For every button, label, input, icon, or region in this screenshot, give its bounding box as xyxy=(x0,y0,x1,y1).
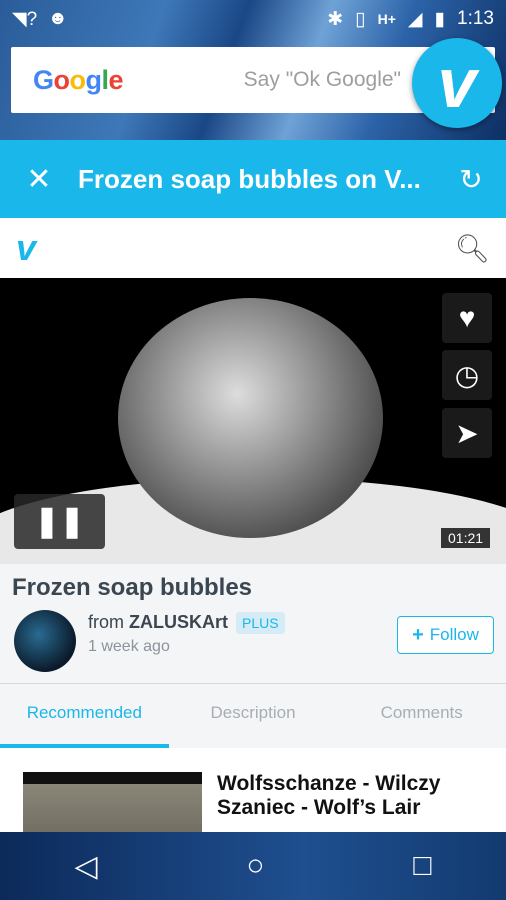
author-line: from ZALUSKArt xyxy=(88,612,228,633)
video-player[interactable]: ♥ ◷ ➤ ❚❚ 01:21 xyxy=(0,278,506,564)
video-title: Frozen soap bubbles xyxy=(12,574,253,601)
tab-bar: Recommended Description Comments xyxy=(0,684,506,748)
posted-time: 1 week ago xyxy=(88,638,170,655)
plus-icon: + xyxy=(412,623,424,646)
follow-label: Follow xyxy=(429,625,479,644)
navigation-bar: ◁ ○ □ xyxy=(0,832,506,900)
follow-button[interactable]: + Follow xyxy=(397,616,494,654)
clock: 1:13 xyxy=(457,8,494,29)
voice-search-hint[interactable]: Say "Ok Google" xyxy=(244,68,401,92)
video-thumbnail[interactable] xyxy=(23,772,202,832)
avatar[interactable] xyxy=(14,610,76,672)
refresh-icon[interactable]: ↻ xyxy=(436,163,506,196)
signal-icon: ◢ xyxy=(407,8,423,30)
network-type: H+ xyxy=(377,11,396,27)
close-icon[interactable]: ✕ xyxy=(0,162,78,197)
tab-recommended[interactable]: Recommended xyxy=(0,684,169,748)
watch-later-button[interactable]: ◷ xyxy=(442,350,492,400)
wifi-icon: ◥? xyxy=(12,8,38,30)
tab-comments[interactable]: Comments xyxy=(337,684,506,748)
author-name[interactable]: ZALUSKArt xyxy=(129,612,228,632)
back-icon[interactable]: ◁ xyxy=(74,849,97,884)
from-label: from xyxy=(88,612,124,632)
android-icon: ☻ xyxy=(47,8,68,29)
send-icon: ➤ xyxy=(455,417,479,449)
video-frame-bubble xyxy=(118,298,383,538)
bluetooth-icon: ✱ xyxy=(327,8,344,30)
vimeo-logo[interactable]: v xyxy=(16,227,36,269)
search-icon[interactable]: 🔍︎ xyxy=(454,232,490,265)
video-info: Frozen soap bubbles from ZALUSKArt PLUS … xyxy=(0,564,506,684)
home-icon[interactable]: ○ xyxy=(246,849,264,883)
pause-button[interactable]: ❚❚ xyxy=(14,494,105,549)
share-button[interactable]: ➤ xyxy=(442,408,492,458)
list-item-title[interactable]: Wolfsschanze - Wilczy Szaniec - Wolf’s L… xyxy=(217,772,497,820)
plus-badge: PLUS xyxy=(236,612,285,634)
google-logo: Google xyxy=(33,64,124,95)
app-bar: ✕ Frozen soap bubbles on V... ↻ xyxy=(0,140,506,218)
tab-description[interactable]: Description xyxy=(169,684,338,748)
vimeo-chat-head[interactable]: v xyxy=(412,38,502,128)
page-title: Frozen soap bubbles on V... xyxy=(78,163,421,194)
recommended-list: Wolfsschanze - Wilczy Szaniec - Wolf’s L… xyxy=(0,748,506,832)
battery-icon: ▮ xyxy=(434,8,446,30)
video-duration: 01:21 xyxy=(441,528,491,548)
recents-icon[interactable]: □ xyxy=(413,849,431,883)
clock-icon: ◷ xyxy=(454,359,480,391)
like-button[interactable]: ♥ xyxy=(442,293,492,343)
heart-icon: ♥ xyxy=(458,302,476,333)
vimeo-header: v 🔍︎ xyxy=(0,218,506,278)
pause-icon: ❚❚ xyxy=(34,505,85,538)
vibrate-icon: ▯ xyxy=(355,8,366,30)
status-bar: ◥? ☻ ✱ ▯ H+ ◢ ▮ 1:13 xyxy=(0,0,506,38)
